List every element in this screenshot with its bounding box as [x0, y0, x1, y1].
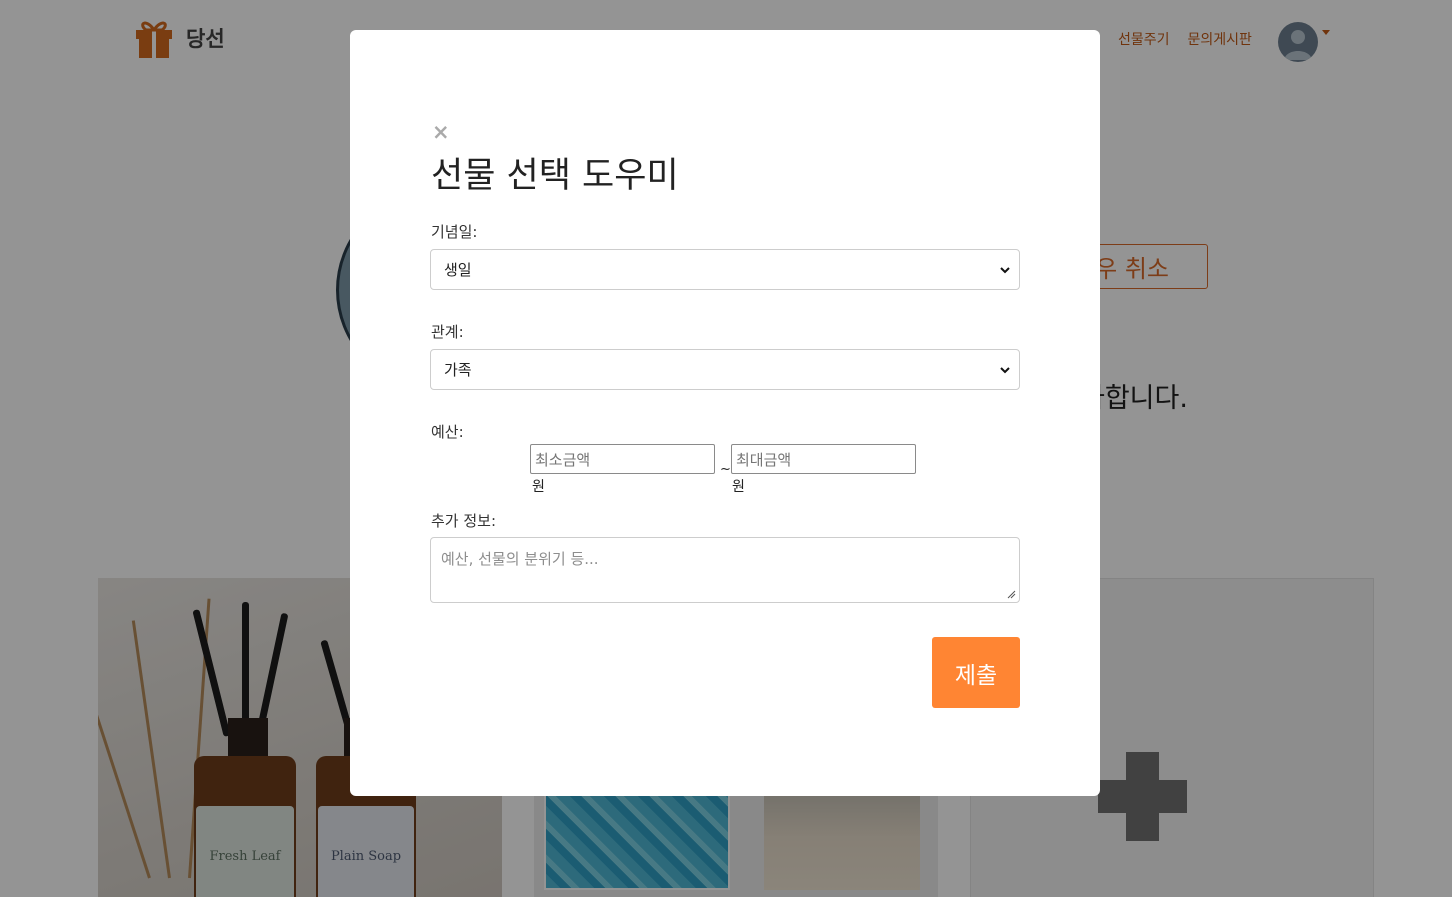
- submit-button[interactable]: 제출: [932, 637, 1020, 708]
- budget-label: 예산:: [431, 423, 464, 441]
- anniversary-label: 기념일:: [431, 223, 478, 241]
- relationship-label: 관계:: [431, 323, 464, 341]
- chevron-down-icon: [1000, 367, 1010, 374]
- resize-grip-icon[interactable]: [1007, 590, 1016, 599]
- budget-min-unit: 원: [532, 479, 545, 495]
- anniversary-select[interactable]: 생일: [430, 249, 1020, 290]
- extra-info-placeholder: 예산, 선물의 분위기 등...: [441, 550, 599, 568]
- budget-separator: ~: [720, 462, 731, 477]
- budget-min-input[interactable]: 최소금액: [530, 444, 715, 474]
- extra-info-label: 추가 정보:: [431, 512, 497, 530]
- relationship-select[interactable]: 가족: [430, 349, 1020, 390]
- modal-title: 선물 선택 도우미: [431, 156, 679, 196]
- gift-helper-modal: × 선물 선택 도우미 기념일: 생일 관계: 가족 예산: 최소금액 원 ~ …: [350, 30, 1100, 796]
- anniversary-select-value: 생일: [444, 261, 472, 279]
- budget-max-unit: 원: [732, 479, 745, 495]
- budget-max-input[interactable]: 최대금액: [731, 444, 916, 474]
- relationship-select-value: 가족: [444, 361, 472, 379]
- close-icon[interactable]: ×: [432, 122, 450, 143]
- chevron-down-icon: [1000, 267, 1010, 274]
- extra-info-textarea[interactable]: 예산, 선물의 분위기 등...: [430, 537, 1020, 603]
